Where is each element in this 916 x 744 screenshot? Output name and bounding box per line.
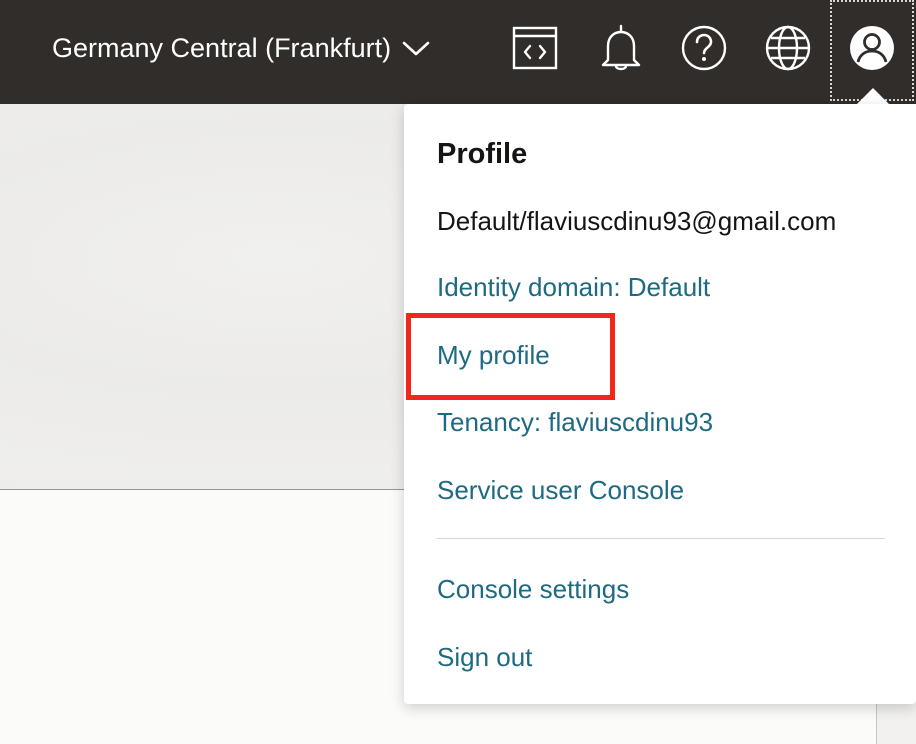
help-icon[interactable]: [680, 24, 728, 72]
identity-domain-link[interactable]: Identity domain: Default: [437, 272, 710, 303]
tenancy-link[interactable]: Tenancy: flaviuscdinu93: [437, 407, 713, 438]
oci-console-page: Germany Central (Frankfurt) Profile Defa…: [0, 0, 916, 744]
profile-menu-title: Profile: [437, 138, 528, 170]
bell-icon[interactable]: [597, 24, 645, 72]
globe-icon[interactable]: [764, 24, 812, 72]
service-user-console-link[interactable]: Service user Console: [437, 475, 684, 506]
sign-out-link[interactable]: Sign out: [437, 642, 532, 673]
console-settings-link[interactable]: Console settings: [437, 574, 629, 605]
profile-dropdown: Profile Default/flaviuscdinu93@gmail.com…: [404, 104, 916, 704]
scroll-edge: [876, 700, 916, 744]
chevron-down-icon: [401, 33, 431, 63]
menu-divider: [437, 538, 885, 539]
user-avatar-icon: [849, 25, 895, 76]
profile-menu-button[interactable]: [830, 0, 914, 101]
top-header-bar: Germany Central (Frankfurt): [0, 0, 916, 104]
region-selector[interactable]: Germany Central (Frankfurt): [52, 28, 431, 68]
user-identity: Default/flaviuscdinu93@gmail.com: [437, 206, 837, 236]
highlight-annotation: [406, 313, 615, 400]
dropdown-caret: [857, 88, 889, 104]
region-label: Germany Central (Frankfurt): [52, 32, 392, 63]
code-editor-icon[interactable]: [511, 24, 559, 72]
